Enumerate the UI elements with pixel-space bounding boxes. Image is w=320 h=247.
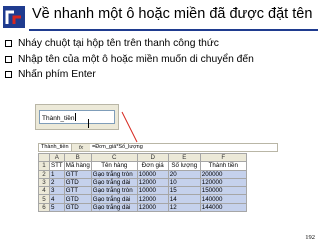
table-cell[interactable]: Gạo trắng dài bbox=[90, 202, 138, 213]
column-letter[interactable]: F bbox=[199, 152, 247, 163]
row-number[interactable]: 3 bbox=[38, 177, 50, 188]
table-cell[interactable]: 3 bbox=[49, 186, 65, 196]
column-header-row: A B C D E F bbox=[38, 152, 247, 163]
column-letter[interactable]: A bbox=[49, 152, 65, 163]
column-letter[interactable]: E bbox=[167, 152, 201, 163]
table-cell[interactable]: 1 bbox=[49, 169, 65, 179]
header-cell[interactable]: STT bbox=[49, 161, 65, 171]
table-cell[interactable]: 12000 bbox=[136, 177, 169, 188]
header-cell[interactable]: Thành tiền bbox=[199, 161, 247, 171]
table-cell[interactable]: 15 bbox=[167, 186, 201, 196]
table-cell[interactable]: 12 bbox=[167, 202, 201, 213]
column-letter[interactable]: B bbox=[63, 152, 92, 163]
table-cell[interactable]: 150000 bbox=[199, 186, 247, 196]
column-letter[interactable]: D bbox=[136, 152, 169, 163]
table-row: 6 5 GTD Gạo trắng dài 12000 12 144000 bbox=[38, 202, 247, 213]
table-cell[interactable]: 20 bbox=[167, 169, 201, 179]
spreadsheet-grid: A B C D E F 1 STT Mã hàng Tên hàng Đơn g… bbox=[38, 152, 247, 213]
table-row: 2 1 GTT Gạo trắng tròn 10000 20 200000 bbox=[38, 169, 247, 179]
fx-icon[interactable]: fx bbox=[72, 145, 90, 151]
page-number: 192 bbox=[305, 234, 315, 241]
table-cell[interactable]: GTT bbox=[63, 169, 92, 179]
table-cell[interactable]: 200000 bbox=[199, 169, 247, 179]
row-number[interactable]: 2 bbox=[38, 169, 50, 179]
table-cell[interactable]: GTD bbox=[63, 202, 92, 213]
row-number[interactable]: 5 bbox=[38, 194, 50, 204]
table-cell[interactable]: 10000 bbox=[136, 169, 169, 179]
table-cell[interactable]: GTD bbox=[63, 194, 92, 204]
table-cell[interactable]: Gạo trắng dài bbox=[90, 177, 138, 188]
column-letter[interactable]: C bbox=[90, 152, 138, 163]
table-cell[interactable]: 144000 bbox=[199, 202, 247, 213]
header-cell[interactable]: Mã hàng bbox=[63, 161, 92, 171]
header-cell[interactable]: Tên hàng bbox=[90, 161, 138, 171]
table-row: 3 2 GTD Gạo trắng dài 12000 10 120000 bbox=[38, 177, 247, 188]
table-cell[interactable]: 14 bbox=[167, 194, 201, 204]
row-number[interactable]: 6 bbox=[38, 202, 50, 213]
header-cell[interactable]: Đơn giá bbox=[136, 161, 169, 171]
table-cell[interactable]: Gạo trắng dài bbox=[90, 194, 138, 204]
table-cell[interactable]: 140000 bbox=[199, 194, 247, 204]
table-cell[interactable]: 12000 bbox=[136, 202, 169, 213]
table-cell[interactable]: GTT bbox=[63, 186, 92, 196]
table-cell[interactable]: Gạo trắng tròn bbox=[90, 169, 138, 179]
table-cell[interactable]: 4 bbox=[49, 194, 65, 204]
table-cell[interactable]: 5 bbox=[49, 202, 65, 213]
formula-bar-name-box[interactable]: Thành_tiền bbox=[39, 144, 72, 151]
table-row: 5 4 GTD Gạo trắng dài 12000 14 140000 bbox=[38, 194, 247, 204]
table-cell[interactable]: 10 bbox=[167, 177, 201, 188]
formula-input[interactable]: =Đơn_giá*Số_lượng bbox=[90, 144, 277, 151]
header-cell[interactable]: Số lượng bbox=[167, 161, 201, 171]
select-all-corner[interactable] bbox=[38, 152, 50, 163]
table-cell[interactable]: 2 bbox=[49, 177, 65, 188]
table-row: 4 3 GTT Gạo trắng tròn 10000 15 150000 bbox=[38, 186, 247, 196]
table-cell[interactable]: 120000 bbox=[199, 177, 247, 188]
table-cell[interactable]: 12000 bbox=[136, 194, 169, 204]
table-cell[interactable]: GTD bbox=[63, 177, 92, 188]
formula-bar: Thành_tiền fx =Đơn_giá*Số_lượng bbox=[38, 143, 278, 152]
table-cell[interactable]: 10000 bbox=[136, 186, 169, 196]
row-number[interactable]: 4 bbox=[38, 186, 50, 196]
table-cell[interactable]: Gạo trắng tròn bbox=[90, 186, 138, 196]
row-number[interactable]: 1 bbox=[38, 161, 50, 171]
table-header-row: 1 STT Mã hàng Tên hàng Đơn giá Số lượng … bbox=[38, 161, 247, 171]
